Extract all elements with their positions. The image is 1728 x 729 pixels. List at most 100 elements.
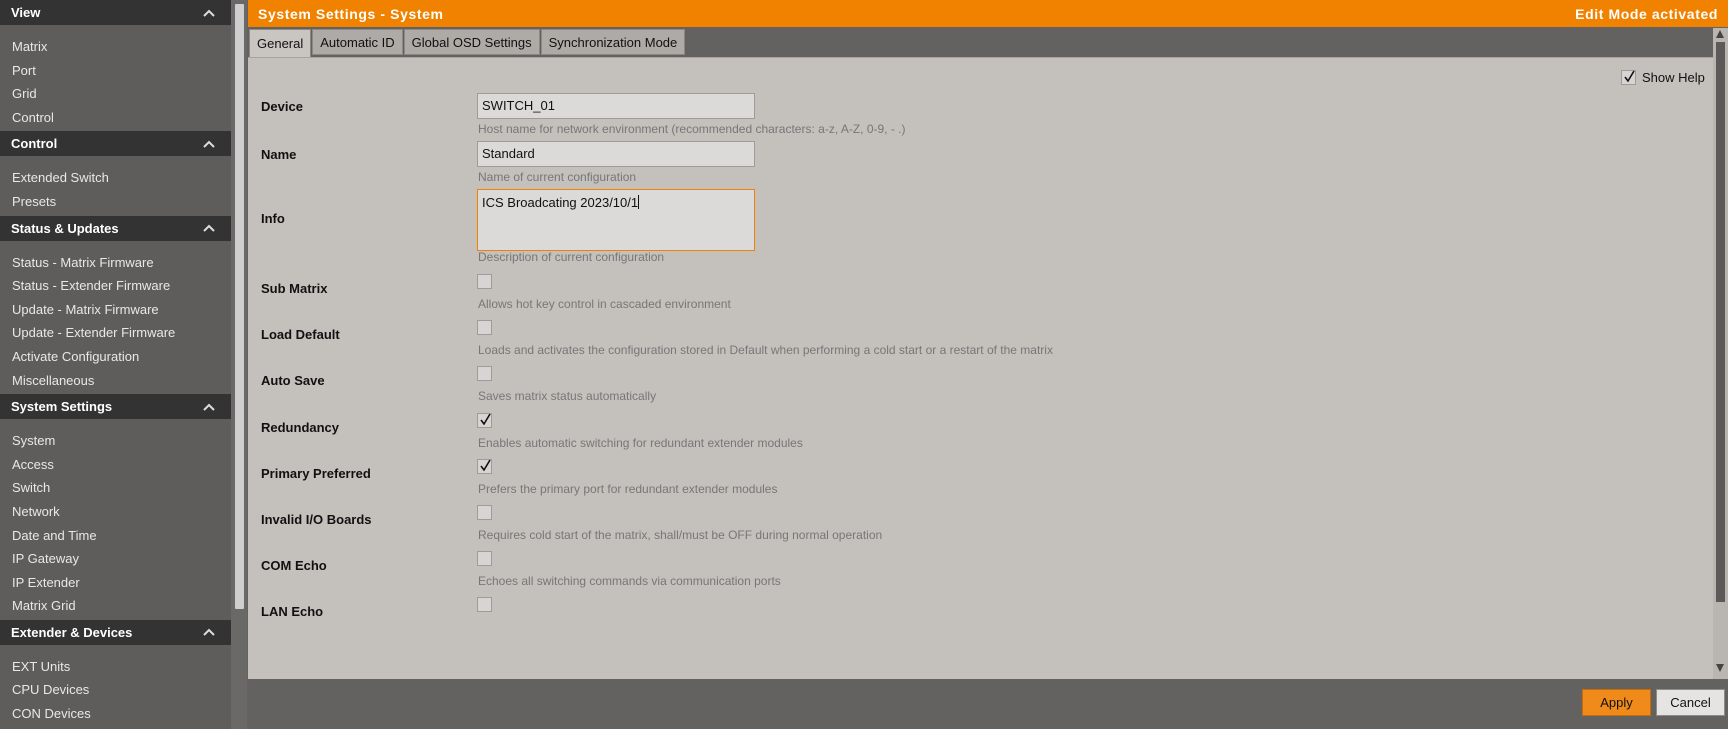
chevron-up-icon[interactable] <box>202 8 216 18</box>
sidebar-item-con-devices[interactable]: CON Devices <box>0 702 231 726</box>
sidebar-section-title: System Settings <box>11 399 113 415</box>
tab-label: Global OSD Settings <box>411 34 532 50</box>
device-field[interactable]: SWITCH_01 <box>477 93 755 119</box>
settings-form: Show Help Device SWITCH_01 Host name for… <box>248 57 1713 680</box>
chevron-up-icon[interactable] <box>202 139 216 149</box>
sidebar-section-extender-and-devices[interactable]: Extender & Devices <box>0 619 231 645</box>
cancel-label: Cancel <box>1670 695 1711 710</box>
auto-save-checkbox[interactable] <box>477 366 492 381</box>
chevron-up-icon[interactable] <box>202 223 216 233</box>
com-echo-label: COM Echo <box>261 558 327 573</box>
content-scrollbar-thumb[interactable] <box>1716 42 1725 602</box>
tab-automatic-id[interactable]: Automatic ID <box>312 29 403 55</box>
sidebar-section-items: EXT Units CPU Devices CON Devices <box>0 645 231 728</box>
main-panel: System Settings - System Edit Mode activ… <box>247 0 1728 729</box>
sidebar-item-activate-configuration[interactable]: Activate Configuration <box>0 345 231 369</box>
sidebar-section-status-and-updates[interactable]: Status & Updates <box>0 215 231 241</box>
checkmark-icon <box>480 413 491 426</box>
scroll-up-arrow-icon[interactable] <box>1716 30 1724 38</box>
apply-button[interactable]: Apply <box>1582 689 1651 716</box>
text-cursor <box>638 195 640 209</box>
sidebar-item-port[interactable]: Port <box>0 59 231 83</box>
name-help: Name of current configuration <box>478 170 637 184</box>
scroll-down-arrow-icon[interactable] <box>1716 664 1724 672</box>
name-field[interactable]: Standard <box>477 141 755 167</box>
tab-general[interactable]: General <box>249 29 312 57</box>
sidebar-item-ext-units[interactable]: EXT Units <box>0 655 231 679</box>
sidebar-item-switch[interactable]: Switch <box>0 476 231 500</box>
sidebar-item-matrix-grid[interactable]: Matrix Grid <box>0 594 231 618</box>
sidebar-section-system-settings[interactable]: System Settings <box>0 394 231 420</box>
tab-bar: General Automatic ID Global OSD Settings… <box>249 29 686 57</box>
sidebar-item-system[interactable]: System <box>0 429 231 453</box>
page-title: System Settings - System <box>258 5 444 22</box>
sidebar-item-update-matrix-firmware[interactable]: Update - Matrix Firmware <box>0 298 231 322</box>
sidebar-item-ip-extender[interactable]: IP Extender <box>0 571 231 595</box>
sidebar-item-matrix[interactable]: Matrix <box>0 35 231 59</box>
sidebar-section-title: Extender & Devices <box>11 624 133 640</box>
device-label: Device <box>261 99 303 114</box>
edit-mode-status: Edit Mode activated <box>1575 5 1718 22</box>
sidebar-item-status-extender-firmware[interactable]: Status - Extender Firmware <box>0 274 231 298</box>
tab-label: Automatic ID <box>320 34 395 50</box>
sidebar-item-network[interactable]: Network <box>0 500 231 524</box>
lan-echo-label: LAN Echo <box>261 604 324 619</box>
name-label: Name <box>261 147 297 162</box>
sub-matrix-help: Allows hot key control in cascaded envir… <box>478 297 731 311</box>
sidebar-section-items: Status - Matrix Firmware Status - Extende… <box>0 241 231 395</box>
load-default-checkbox[interactable] <box>477 320 492 335</box>
primary-preferred-help: Prefers the primary port for redundant e… <box>478 482 778 496</box>
sidebar-item-date-and-time[interactable]: Date and Time <box>0 524 231 548</box>
sidebar-item-grid[interactable]: Grid <box>0 82 231 106</box>
load-default-help: Loads and activates the configuration st… <box>478 343 1053 357</box>
sidebar-item-access[interactable]: Access <box>0 453 231 477</box>
sidebar-item-control[interactable]: Control <box>0 106 231 130</box>
sidebar-section-items: Extended Switch Presets <box>0 156 231 215</box>
sidebar-item-ip-gateway[interactable]: IP Gateway <box>0 547 231 571</box>
device-help: Host name for network environment (recom… <box>478 122 906 136</box>
sidebar-item-extended-switch[interactable]: Extended Switch <box>0 166 231 190</box>
info-help: Description of current configuration <box>478 250 665 264</box>
sidebar-item-update-extender-firmware[interactable]: Update - Extender Firmware <box>0 321 231 345</box>
tab-synchronization-mode[interactable]: Synchronization Mode <box>540 29 686 55</box>
sidebar-section-title: View <box>11 5 41 20</box>
sidebar-section-title: Control <box>11 136 58 152</box>
sidebar-scrollbar-thumb[interactable] <box>235 4 244 609</box>
sub-matrix-checkbox[interactable] <box>477 274 492 289</box>
invalid-i-o-boards-checkbox[interactable] <box>477 505 492 520</box>
checkmark-icon <box>1624 70 1635 83</box>
info-label: Info <box>261 211 285 226</box>
sidebar-section-items: Matrix Port Grid Control <box>0 25 231 131</box>
sidebar: View Matrix Port Grid Control Control Extended… <box>0 0 231 729</box>
sidebar-section-view[interactable]: View <box>0 0 231 25</box>
show-help-checkbox[interactable] <box>1621 70 1636 85</box>
chevron-up-icon[interactable] <box>202 402 216 412</box>
sub-matrix-label: Sub Matrix <box>261 281 328 296</box>
auto-save-label: Auto Save <box>261 373 325 388</box>
sidebar-item-miscellaneous[interactable]: Miscellaneous <box>0 369 231 393</box>
show-help-label: Show Help <box>1642 70 1705 85</box>
apply-label: Apply <box>1600 695 1633 710</box>
name-value: Standard <box>482 146 535 161</box>
sidebar-item-presets[interactable]: Presets <box>0 190 231 214</box>
lan-echo-checkbox[interactable] <box>477 597 492 612</box>
sidebar-section-control[interactable]: Control <box>0 131 231 157</box>
sidebar-item-cpu-devices[interactable]: CPU Devices <box>0 678 231 702</box>
info-value: ICS Broadcating 2023/10/1 <box>482 195 639 210</box>
invalid-i-o-boards-label: Invalid I/O Boards <box>261 512 372 527</box>
sidebar-item-status-matrix-firmware[interactable]: Status - Matrix Firmware <box>0 251 231 275</box>
tab-label: General <box>257 36 304 51</box>
cancel-button[interactable]: Cancel <box>1656 689 1725 716</box>
invalid-i-o-boards-help: Requires cold start of the matrix, shall… <box>478 528 883 542</box>
tab-global-osd-settings[interactable]: Global OSD Settings <box>403 29 540 55</box>
show-help-toggle[interactable]: Show Help <box>1621 70 1705 85</box>
com-echo-checkbox[interactable] <box>477 551 492 566</box>
sidebar-section-title: Status & Updates <box>11 220 119 236</box>
chevron-up-icon[interactable] <box>202 627 216 637</box>
device-value: SWITCH_01 <box>482 98 555 113</box>
primary-preferred-checkbox[interactable] <box>477 459 492 474</box>
sidebar-section-items: System Access Switch Network Date and Time IP… <box>0 419 231 620</box>
info-textarea[interactable]: ICS Broadcating 2023/10/1 <box>477 189 755 251</box>
checkmark-icon <box>480 459 491 472</box>
redundancy-checkbox[interactable] <box>477 413 492 428</box>
